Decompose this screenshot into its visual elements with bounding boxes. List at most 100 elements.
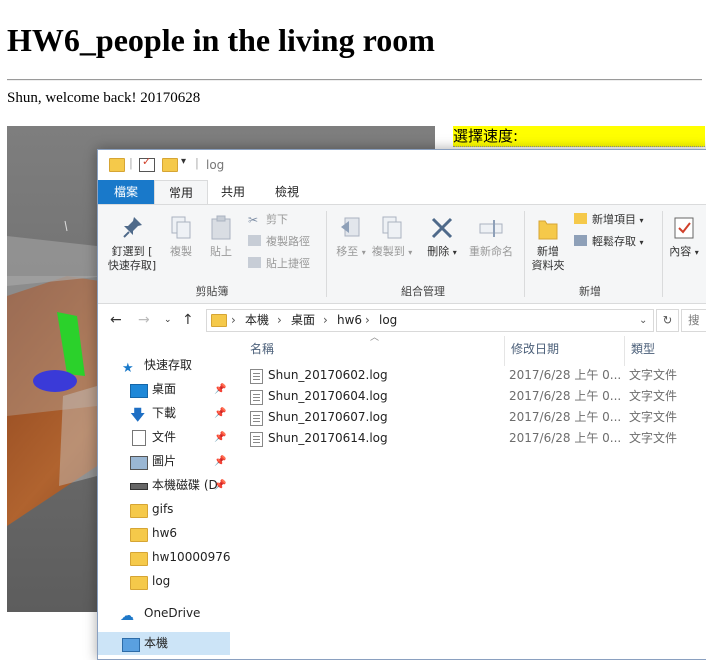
pictures-icon bbox=[130, 456, 148, 470]
back-arrow-icon[interactable]: ← bbox=[110, 312, 122, 328]
rename-icon bbox=[479, 215, 503, 241]
paste-button[interactable]: 貼上 bbox=[204, 215, 238, 259]
copy-button[interactable]: 複製 bbox=[164, 215, 198, 259]
tab-home[interactable]: 常用 bbox=[154, 180, 208, 205]
move-to-button[interactable]: 移至 ▾ bbox=[334, 215, 368, 260]
tab-share[interactable]: 共用 bbox=[210, 180, 256, 204]
nav-onedrive[interactable]: ☁ OneDrive bbox=[98, 602, 230, 625]
easy-access-label: 輕鬆存取 bbox=[592, 235, 636, 248]
drive-icon bbox=[130, 483, 148, 490]
column-separator[interactable] bbox=[624, 336, 625, 366]
column-separator[interactable] bbox=[504, 336, 505, 366]
file-row[interactable]: Shun_20170614.log 2017/6/28 上午 0... 文字文件 bbox=[250, 428, 700, 449]
title-separator-2: | bbox=[195, 156, 199, 170]
breadcrumb-hw6[interactable]: hw6 bbox=[337, 310, 362, 331]
file-row[interactable] bbox=[250, 518, 700, 539]
nav-item-local-disk[interactable]: 本機磁碟 (D 📌 bbox=[98, 474, 230, 497]
clipboard-group-label: 剪貼簿 bbox=[195, 285, 229, 298]
nav-item-documents[interactable]: 文件 📌 bbox=[98, 426, 230, 449]
new-folder-button[interactable]: 新增 資料夾 bbox=[528, 215, 568, 273]
desktop-icon bbox=[130, 384, 148, 398]
path-folder-icon bbox=[211, 314, 227, 327]
file-list: ︿ 名稱 修改日期 類型 Shun_20170602.log 2017/6/28… bbox=[230, 333, 706, 659]
path-chevron-icon[interactable]: › bbox=[277, 310, 282, 331]
address-dropdown-icon[interactable]: ⌄ bbox=[639, 310, 647, 331]
file-row[interactable]: Shun_20170604.log 2017/6/28 上午 0... 文字文件 bbox=[250, 386, 700, 407]
easy-access-button[interactable]: 輕鬆存取 ▾ bbox=[574, 233, 644, 251]
file-explorer-window[interactable]: | ✓ ▾ | log 檔案 常用 共用 檢視 釘選到 [ 快速存取] 複製 貼… bbox=[97, 149, 706, 660]
qat-dropdown-icon[interactable]: ▾ bbox=[181, 156, 186, 167]
delete-button[interactable]: 刪除 ▾ bbox=[424, 215, 460, 260]
sort-up-chevron-icon: ︿ bbox=[370, 333, 380, 343]
page-title: HW6_people in the living room bbox=[7, 22, 435, 58]
breadcrumb-this-pc[interactable]: 本機 bbox=[245, 310, 269, 331]
copy-path-icon bbox=[248, 235, 261, 246]
new-item-label: 新增項目 bbox=[592, 213, 636, 226]
column-header-name[interactable]: 名稱 bbox=[250, 340, 274, 357]
cut-button[interactable]: ✂ 剪下 bbox=[248, 211, 288, 229]
breadcrumb-desktop[interactable]: 桌面 bbox=[291, 310, 315, 331]
properties-button[interactable]: 內容 ▾ bbox=[666, 215, 702, 260]
cloud-icon: ☁ bbox=[120, 608, 134, 624]
path-chevron-icon[interactable]: › bbox=[365, 310, 370, 331]
paste-shortcut-button[interactable]: 貼上捷徑 bbox=[248, 255, 310, 273]
pin-icon bbox=[120, 215, 144, 241]
properties-qat-icon[interactable]: ✓ bbox=[139, 155, 155, 172]
search-input[interactable]: 搜 bbox=[681, 309, 706, 332]
nav-item-desktop[interactable]: 桌面 📌 bbox=[98, 378, 230, 401]
column-header-date[interactable]: 修改日期 bbox=[511, 340, 559, 357]
nav-item-downloads[interactable]: 🡇 下載 📌 bbox=[98, 402, 230, 425]
new-item-button[interactable]: 新增項目 ▾ bbox=[574, 211, 644, 229]
ribbon: 釘選到 [ 快速存取] 複製 貼上 ✂ 剪下 複製路徑 貼上捷徑 剪貼簿 移至 ▾ bbox=[98, 204, 706, 304]
address-bar-row: ← → ⌄ ↑ › 本機 › 桌面 › hw6 › log ⌄ ↻ 搜 bbox=[98, 304, 706, 336]
move-to-label: 移至 ▾ bbox=[336, 245, 366, 258]
download-arrow-icon: 🡇 bbox=[130, 406, 146, 424]
navigation-pane: ★ 快速存取 桌面 📌 🡇 下載 📌 文件 📌 圖片 📌 本機磁碟 (D 📌 g… bbox=[98, 336, 230, 659]
pin-quick-access-button[interactable]: 釘選到 [ 快速存取] bbox=[104, 215, 160, 273]
copy-to-button[interactable]: 複製到 ▾ bbox=[370, 215, 414, 260]
path-chevron-icon[interactable]: › bbox=[323, 310, 328, 331]
easy-access-icon bbox=[574, 235, 587, 246]
title-bar[interactable]: | ✓ ▾ | log bbox=[98, 150, 706, 180]
up-arrow-icon[interactable]: ↑ bbox=[182, 312, 194, 328]
nav-item-log[interactable]: log bbox=[98, 570, 230, 593]
path-chevron-icon[interactable]: › bbox=[231, 310, 236, 331]
copy-to-icon bbox=[380, 215, 404, 241]
file-row[interactable]: Shun_20170602.log 2017/6/28 上午 0... 文字文件 bbox=[250, 365, 700, 386]
forward-arrow-icon[interactable]: → bbox=[138, 312, 150, 328]
title-separator: | bbox=[129, 156, 133, 170]
address-path[interactable]: › 本機 › 桌面 › hw6 › log ⌄ bbox=[206, 309, 654, 332]
nav-item-pictures[interactable]: 圖片 📌 bbox=[98, 450, 230, 473]
new-folder-qat-icon[interactable] bbox=[162, 158, 178, 172]
pinned-icon: 📌 bbox=[214, 432, 227, 443]
text-file-icon bbox=[250, 432, 263, 447]
file-row[interactable]: Shun_20170607.log 2017/6/28 上午 0... 文字文件 bbox=[250, 407, 700, 428]
rename-button[interactable]: 重新命名 bbox=[464, 215, 518, 259]
properties-label: 內容 ▾ bbox=[669, 245, 699, 258]
paste-shortcut-label: 貼上捷徑 bbox=[266, 257, 310, 270]
nav-this-pc[interactable]: 本機 bbox=[98, 632, 230, 655]
recent-locations-chevron-icon[interactable]: ⌄ bbox=[164, 315, 172, 325]
nav-quick-access[interactable]: ★ 快速存取 bbox=[98, 354, 230, 377]
scissors-icon: ✂ bbox=[248, 213, 259, 227]
welcome-message: Shun, welcome back! 20170628 bbox=[7, 90, 201, 106]
pinned-icon: 📌 bbox=[214, 408, 227, 419]
move-to-icon bbox=[339, 215, 363, 241]
new-folder-label-line1: 新增 bbox=[537, 245, 559, 258]
breadcrumb-log[interactable]: log bbox=[379, 310, 397, 331]
refresh-icon[interactable]: ↻ bbox=[656, 309, 679, 332]
pinned-icon: 📌 bbox=[214, 456, 227, 467]
copy-path-button[interactable]: 複製路徑 bbox=[248, 233, 310, 251]
nav-item-gifs[interactable]: gifs bbox=[98, 498, 230, 521]
ribbon-separator bbox=[524, 211, 525, 297]
tab-file[interactable]: 檔案 bbox=[98, 180, 154, 204]
nav-item-hw100009761[interactable]: hw100009761 bbox=[98, 546, 230, 569]
speed-label: 選擇速度: bbox=[453, 126, 705, 147]
star-icon: ★ bbox=[122, 361, 134, 376]
nav-item-hw6[interactable]: hw6 bbox=[98, 522, 230, 545]
copy-to-label: 複製到 ▾ bbox=[371, 245, 413, 258]
tab-view[interactable]: 檢視 bbox=[264, 180, 310, 204]
folder-icon bbox=[130, 528, 148, 542]
column-header-type[interactable]: 類型 bbox=[631, 340, 655, 357]
new-folder-label-line2: 資料夾 bbox=[531, 259, 565, 272]
